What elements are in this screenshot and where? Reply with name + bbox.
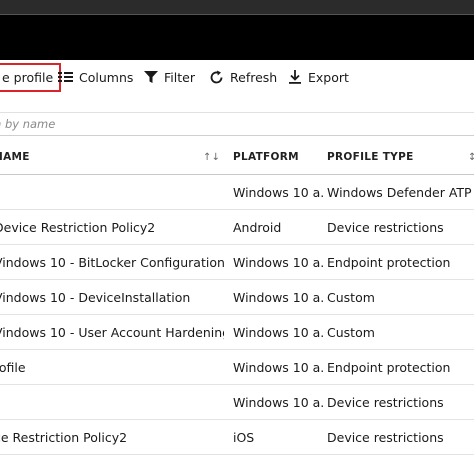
table-cell-profile-type: Device restrictions (327, 429, 444, 445)
filter-button[interactable]: Filter (144, 60, 195, 94)
create-profile-button[interactable]: e profile (0, 63, 62, 92)
column-header-profile-type[interactable]: PROFILE TYPE (327, 140, 414, 174)
table-row[interactable]: Device Restriction Policy2 Android Device … (0, 210, 474, 245)
column-header-name[interactable]: NAME (0, 140, 30, 174)
titlebar-divider (0, 14, 474, 15)
table-cell-profile-type: Windows Defender ATP (Wi (327, 184, 474, 200)
window-titlebar (0, 0, 474, 14)
profiles-panel: e profile Columns Filter Refresh Export … (0, 60, 474, 474)
toolbar: e profile Columns Filter Refresh Export (0, 60, 474, 94)
table-row[interactable]: Windows 10 a...Windows Defender ATP (Wi (0, 175, 474, 210)
columns-label: Columns (79, 69, 134, 85)
table-cell-profile-type: Endpoint protection (327, 359, 451, 375)
table-cell-profile-type: Custom (327, 324, 375, 340)
export-label: Export (308, 69, 349, 85)
table-cell-name: Device Restriction Policy2 (0, 219, 156, 235)
table-row[interactable]: Vindows 10 - DeviceInstallation Windows 1… (0, 280, 474, 315)
table-cell-platform: Windows 10 a... (233, 394, 323, 410)
download-icon (289, 70, 301, 84)
sort-icon-2[interactable]: ↕ (468, 140, 474, 174)
table-cell-platform: Windows 10 a... (233, 359, 323, 375)
table-cell-platform: Windows 10 a... (233, 254, 323, 270)
table-row[interactable]: Windows 10 a... Device restrictions (0, 385, 474, 420)
table-cell-platform: iOS (233, 429, 255, 445)
table-cell-profile-type: Device restrictions (327, 219, 444, 235)
table-cell-name: Vindows 10 - User Account Hardening (0, 324, 224, 340)
table-cell-profile-type: Device restrictions (327, 394, 444, 410)
refresh-button[interactable]: Refresh (209, 60, 277, 94)
table-cell-platform: Windows 10 a... (233, 184, 323, 200)
table-cell-platform: Android (233, 219, 282, 235)
table-cell-name: Vindows 10 - BitLocker Configuration (0, 254, 224, 270)
table-row[interactable]: Vindows 10 - User Account Hardening Windo… (0, 315, 474, 350)
search-input[interactable] (0, 113, 474, 137)
export-button[interactable]: Export (288, 60, 349, 94)
table-header: NAME ↑↓ PLATFORM PROFILE TYPE ↕ (0, 140, 474, 175)
table-row[interactable]: rofile Windows 10 a...Endpoint protection (0, 350, 474, 385)
search-bar: h by name (0, 112, 474, 137)
table-row[interactable]: ce Restriction Policy2 iOS Device restrict… (0, 420, 474, 455)
sort-icon[interactable]: ↑↓ (203, 140, 220, 174)
table-cell-profile-type: Endpoint protection (327, 254, 451, 270)
table-cell-name (0, 175, 224, 209)
refresh-label: Refresh (230, 69, 278, 85)
column-header-platform[interactable]: PLATFORM (233, 140, 299, 174)
table-cell-platform: Windows 10 a... (233, 324, 323, 340)
table-cell-platform: Windows 10 a... (233, 289, 323, 305)
table-cell-name: ce Restriction Policy2 (0, 429, 128, 445)
filter-label: Filter (164, 69, 195, 85)
refresh-icon (210, 70, 223, 83)
table-cell-name (0, 385, 224, 419)
table-cell-profile-type: Custom (327, 289, 375, 305)
table-cell-name: rofile (0, 359, 26, 375)
table-cell-name: Vindows 10 - DeviceInstallation (0, 289, 191, 305)
columns-button[interactable]: Columns (58, 60, 133, 94)
columns-icon (58, 72, 73, 82)
table-row[interactable]: Vindows 10 - BitLocker Configuration Wind… (0, 245, 474, 280)
create-profile-label: e profile (2, 70, 54, 85)
filter-icon (144, 70, 158, 83)
